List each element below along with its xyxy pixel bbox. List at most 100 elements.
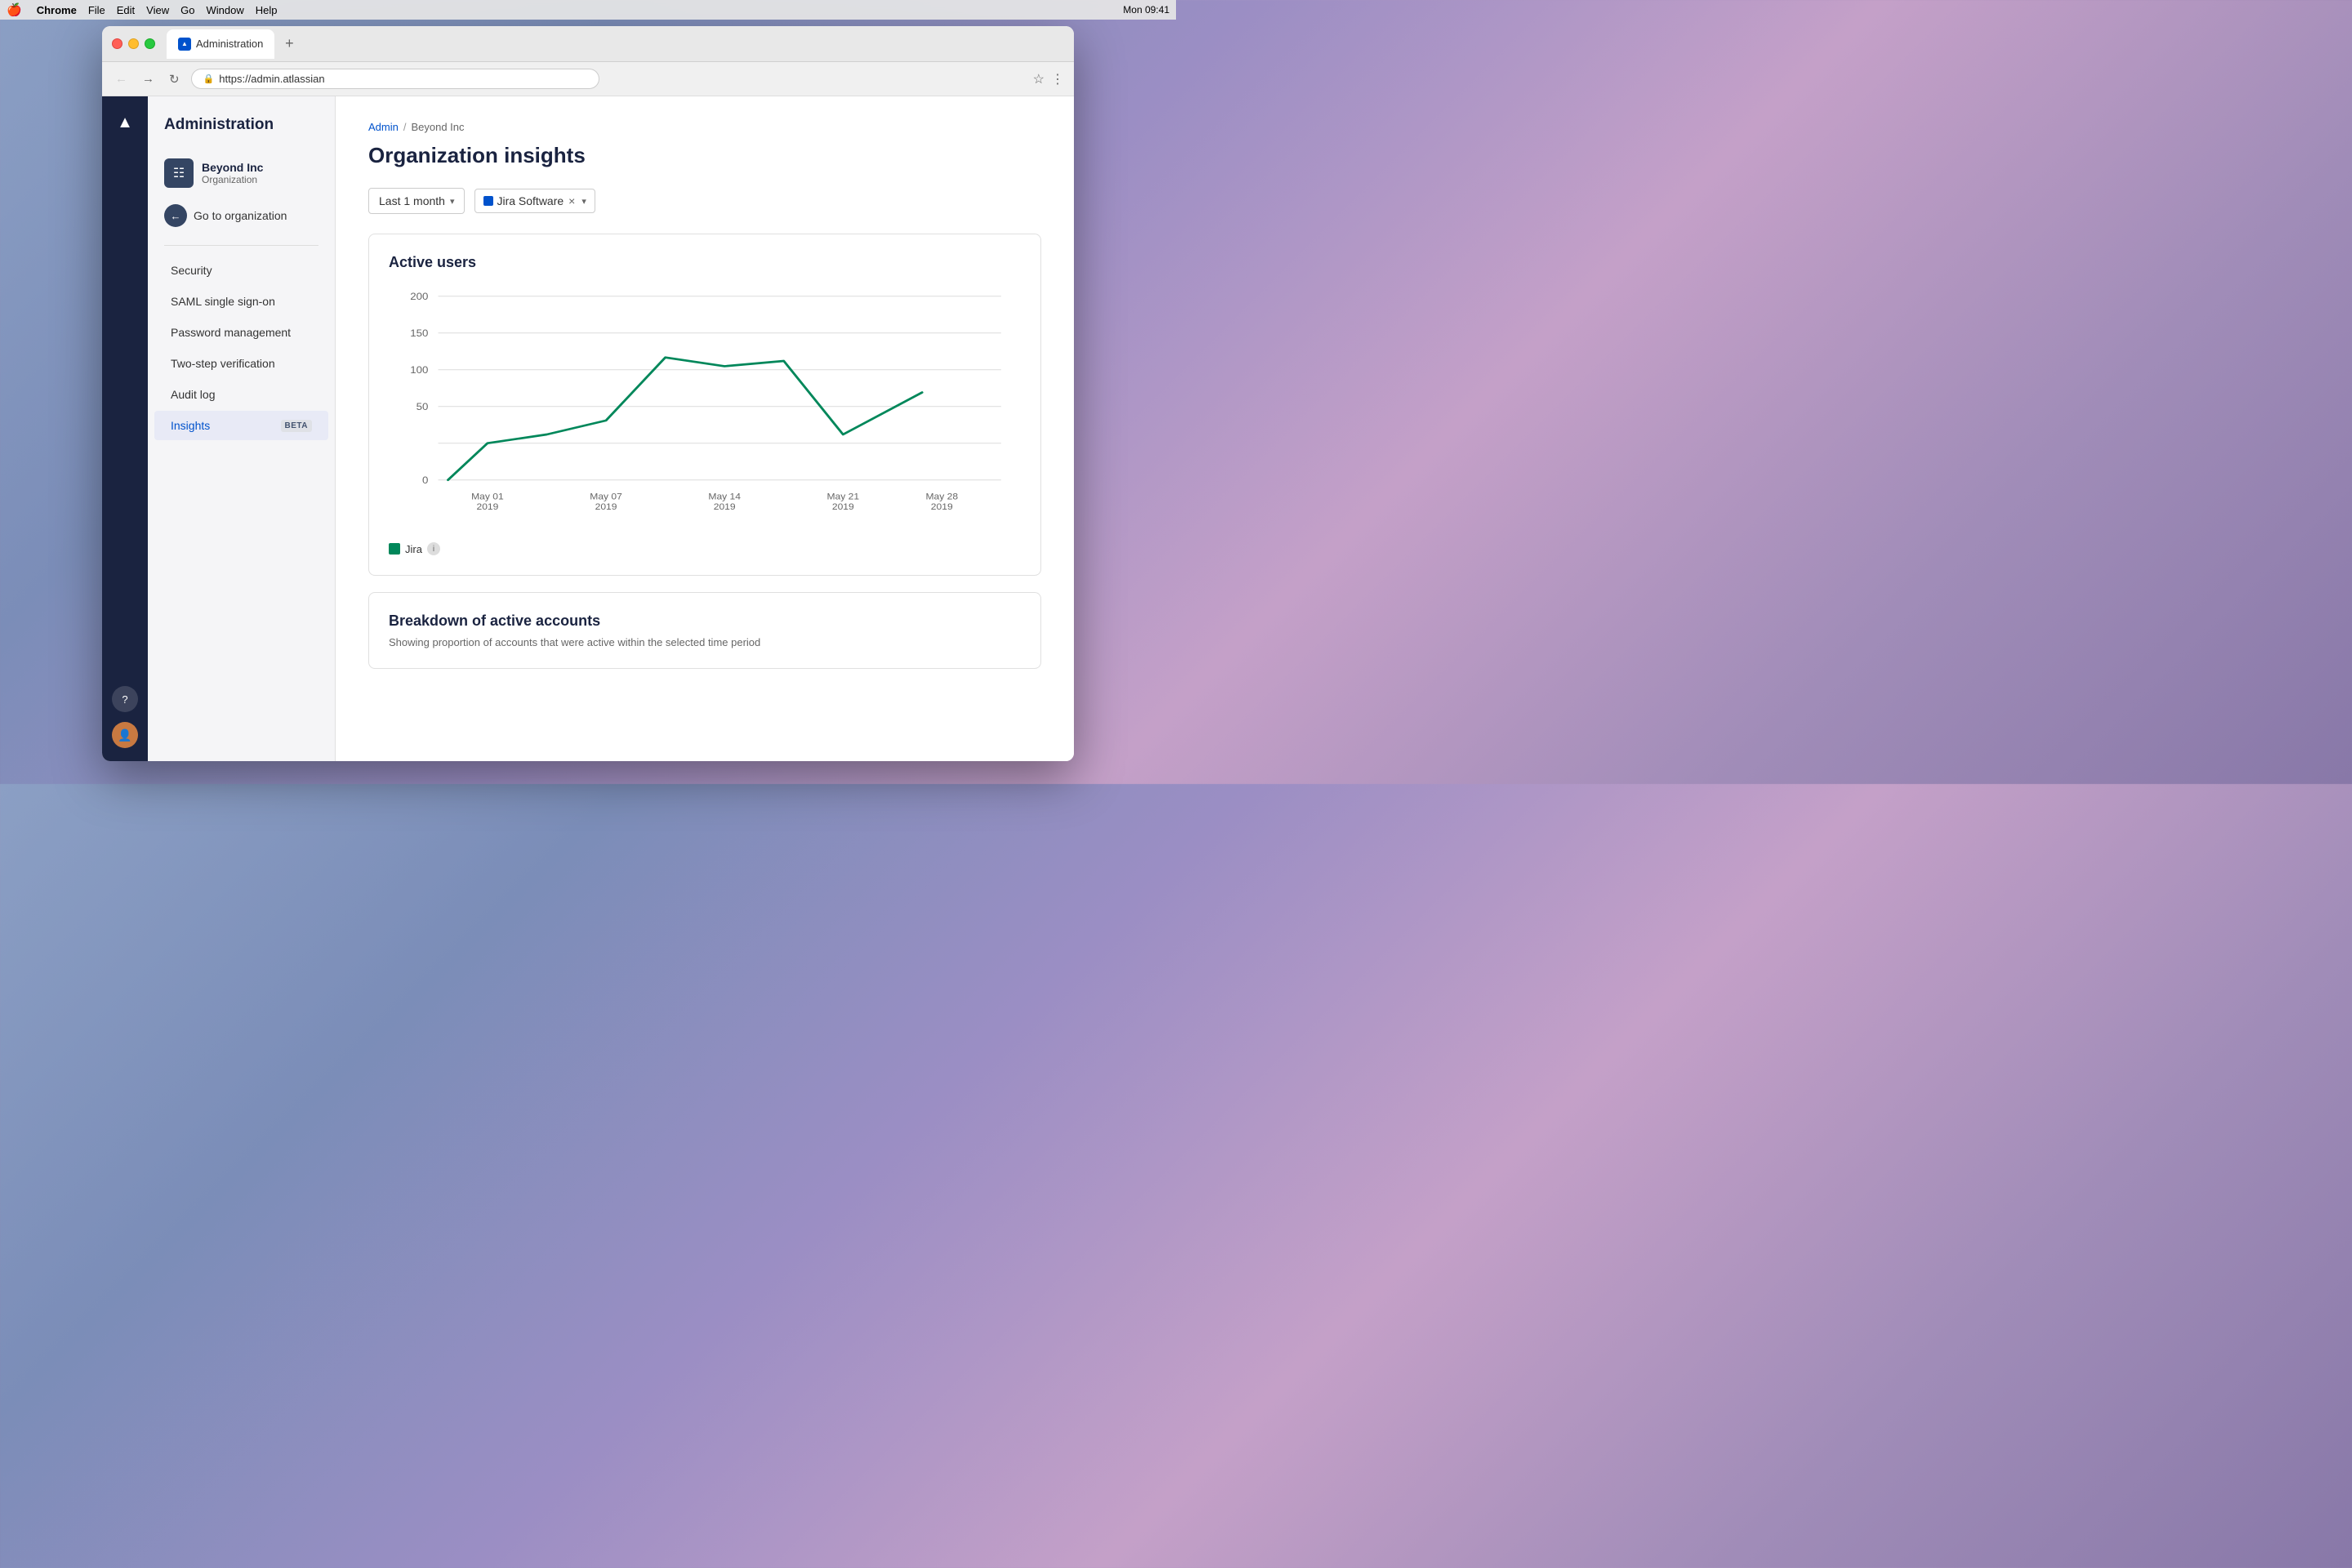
sidebar-item-two-step[interactable]: Two-step verification xyxy=(154,349,328,378)
legend-color xyxy=(389,543,400,555)
go-to-org-label: Go to organization xyxy=(194,209,287,222)
menubar-help[interactable]: Help xyxy=(256,4,278,16)
close-button[interactable] xyxy=(112,38,122,49)
org-item[interactable]: ☷ Beyond Inc Organization xyxy=(148,150,335,196)
address-bar-actions: ☆ ⋮ xyxy=(1033,71,1064,87)
active-tab[interactable]: Administration xyxy=(167,29,274,59)
breadcrumb-separator: / xyxy=(403,121,407,133)
chart-svg: 200 150 100 50 0 May 01 2019 May 07 2 xyxy=(389,287,1021,532)
svg-text:2019: 2019 xyxy=(714,503,736,512)
traffic-lights xyxy=(112,38,155,49)
atlassian-logo: ▲ xyxy=(112,109,138,136)
svg-text:May 28: May 28 xyxy=(925,492,958,501)
svg-text:2019: 2019 xyxy=(595,503,617,512)
breakdown-card: Breakdown of active accounts Showing pro… xyxy=(368,592,1041,669)
help-button[interactable]: ? xyxy=(112,686,138,712)
menubar-edit[interactable]: Edit xyxy=(117,4,135,16)
svg-text:May 01: May 01 xyxy=(471,492,504,501)
bookmark-button[interactable]: ☆ xyxy=(1033,71,1045,87)
svg-text:0: 0 xyxy=(422,475,428,486)
url-text: https://admin.atlassian xyxy=(219,73,324,85)
legend-info-button[interactable]: i xyxy=(427,542,440,555)
svg-text:2019: 2019 xyxy=(832,503,854,512)
menubar-time: Mon 09:41 xyxy=(1123,4,1169,16)
sidebar-item-saml[interactable]: SAML single sign-on xyxy=(154,287,328,316)
chart-legend: Jira i xyxy=(389,542,1021,555)
product-remove-button[interactable]: × xyxy=(568,194,575,207)
tab-favicon xyxy=(178,38,191,51)
go-to-org-icon: ← xyxy=(164,204,187,227)
sidebar-bottom: ? 👤 xyxy=(112,686,138,748)
tab-bar: Administration + xyxy=(167,29,1064,59)
time-filter[interactable]: Last 1 month ▾ xyxy=(368,188,465,214)
reload-button[interactable]: ↻ xyxy=(166,69,183,90)
nav-sidebar: Administration ☷ Beyond Inc Organization… xyxy=(148,96,336,761)
chart-title: Active users xyxy=(389,254,1021,271)
svg-text:100: 100 xyxy=(410,365,428,376)
new-tab-button[interactable]: + xyxy=(278,33,301,56)
lock-icon: 🔒 xyxy=(203,74,215,84)
browser-window: Administration + ← → ↻ 🔒 https://admin.a… xyxy=(102,26,1074,761)
org-icon: ☷ xyxy=(164,158,194,188)
product-filter-label: Jira Software xyxy=(497,194,564,207)
sidebar-item-password[interactable]: Password management xyxy=(154,318,328,347)
svg-text:May 07: May 07 xyxy=(590,492,622,501)
legend-label: Jira xyxy=(405,543,422,555)
org-type: Organization xyxy=(202,174,263,185)
product-filter-chevron: ▾ xyxy=(581,196,586,207)
forward-button[interactable]: → xyxy=(139,69,158,89)
svg-text:May 21: May 21 xyxy=(827,492,860,501)
breakdown-title: Breakdown of active accounts xyxy=(389,612,1021,630)
menubar-right: Mon 09:41 xyxy=(1123,4,1169,16)
more-button[interactable]: ⋮ xyxy=(1051,71,1064,87)
sidebar-dark: ▲ ? 👤 xyxy=(102,96,148,761)
avatar-icon: 👤 xyxy=(118,728,131,742)
active-users-card: Active users 200 150 100 50 xyxy=(368,234,1041,576)
minimize-button[interactable] xyxy=(128,38,139,49)
url-bar[interactable]: 🔒 https://admin.atlassian xyxy=(191,69,599,89)
svg-text:150: 150 xyxy=(410,328,428,339)
app-layout: ▲ ? 👤 Administration ☷ Beyond Inc Organi… xyxy=(102,96,1074,761)
product-dot-icon xyxy=(483,196,493,206)
menubar-items: File Edit View Go Window Help xyxy=(88,4,278,16)
page-title: Organization insights xyxy=(368,143,1041,168)
apple-menu[interactable]: 🍎 xyxy=(7,2,22,17)
maximize-button[interactable] xyxy=(145,38,155,49)
chart-area: 200 150 100 50 0 May 01 2019 May 07 2 xyxy=(389,287,1021,532)
menubar-app-name[interactable]: Chrome xyxy=(37,4,77,16)
breadcrumb-admin[interactable]: Admin xyxy=(368,121,399,133)
menubar-view[interactable]: View xyxy=(146,4,169,16)
tab-title: Administration xyxy=(196,38,263,50)
sidebar-item-security[interactable]: Security xyxy=(154,256,328,285)
nav-divider xyxy=(164,245,318,246)
svg-text:50: 50 xyxy=(416,402,429,412)
user-avatar[interactable]: 👤 xyxy=(112,722,138,748)
svg-text:2019: 2019 xyxy=(931,503,953,512)
time-filter-label: Last 1 month xyxy=(379,194,445,207)
breadcrumb: Admin / Beyond Inc xyxy=(368,121,1041,133)
menubar-go[interactable]: Go xyxy=(180,4,194,16)
title-bar: Administration + xyxy=(102,26,1074,62)
sidebar-item-audit[interactable]: Audit log xyxy=(154,380,328,409)
breadcrumb-current: Beyond Inc xyxy=(411,121,464,133)
org-name: Beyond Inc xyxy=(202,161,263,174)
address-bar: ← → ↻ 🔒 https://admin.atlassian ☆ ⋮ xyxy=(102,62,1074,96)
sidebar-item-insights[interactable]: Insights BETA xyxy=(154,411,328,440)
svg-text:May 14: May 14 xyxy=(708,492,741,501)
product-filter[interactable]: Jira Software × ▾ xyxy=(474,189,595,213)
breakdown-subtitle: Showing proportion of accounts that were… xyxy=(389,636,1021,648)
svg-text:2019: 2019 xyxy=(477,503,499,512)
back-button[interactable]: ← xyxy=(112,69,131,89)
menubar: 🍎 Chrome File Edit View Go Window Help M… xyxy=(0,0,1176,20)
time-filter-chevron: ▾ xyxy=(450,196,455,207)
menubar-left: 🍎 Chrome File Edit View Go Window Help xyxy=(7,2,277,17)
org-info: Beyond Inc Organization xyxy=(202,161,263,185)
beta-badge: BETA xyxy=(281,420,312,432)
nav-title: Administration xyxy=(148,116,335,150)
svg-text:200: 200 xyxy=(410,292,428,302)
filters-row: Last 1 month ▾ Jira Software × ▾ xyxy=(368,188,1041,214)
go-to-org-button[interactable]: ← Go to organization xyxy=(148,196,335,235)
menubar-window[interactable]: Window xyxy=(206,4,243,16)
menubar-file[interactable]: File xyxy=(88,4,105,16)
main-content: Admin / Beyond Inc Organization insights… xyxy=(336,96,1074,761)
